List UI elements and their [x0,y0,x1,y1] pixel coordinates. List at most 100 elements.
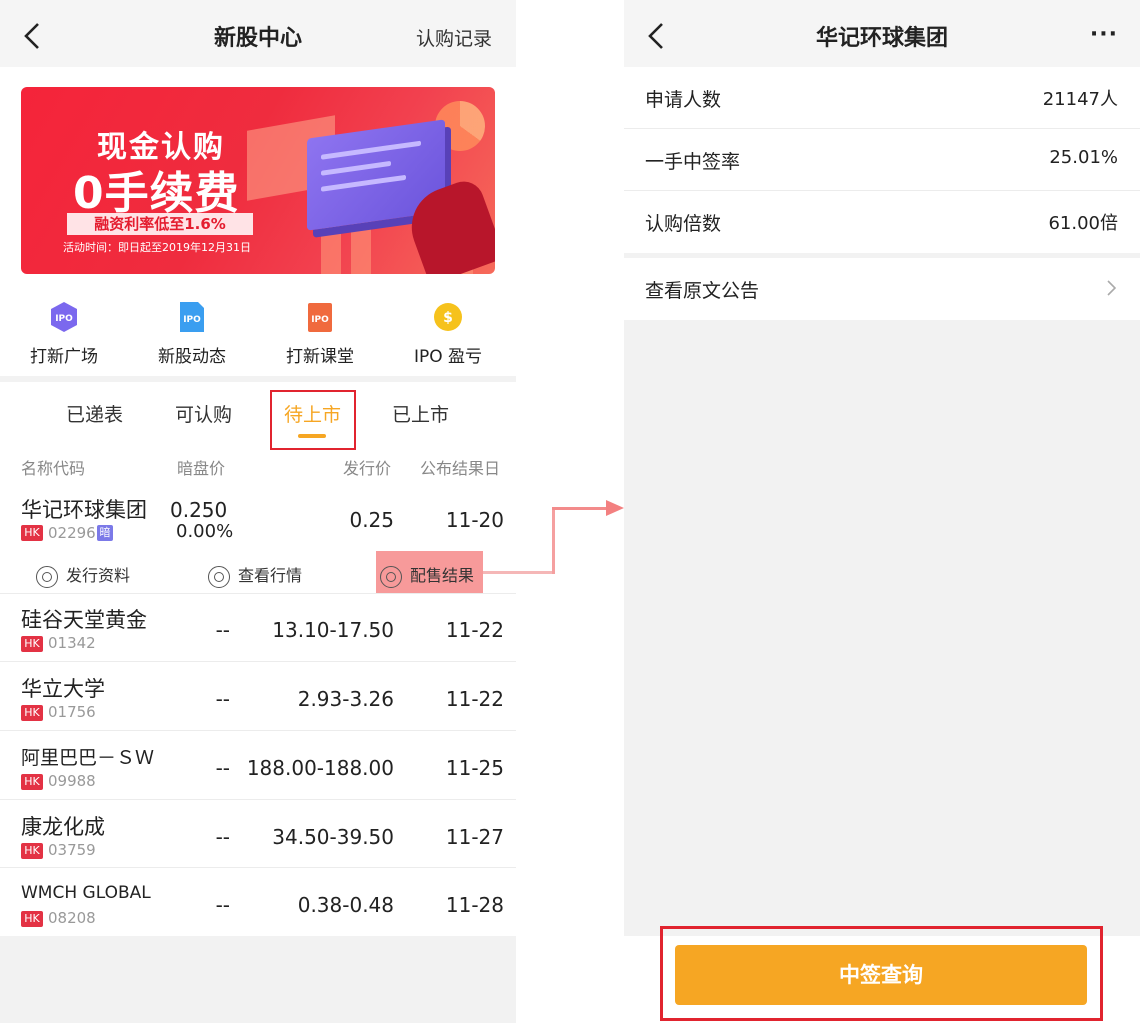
connector-line [552,507,555,574]
stock-code: 01756 [48,703,96,721]
issue-price: 34.50-39.50 [272,825,394,849]
dark-market-badge: 暗 [97,525,113,541]
stock-name: 康龙化成 [21,815,105,839]
ipo-document-icon: IPO [180,302,204,332]
announcement-label: 查看原文公告 [645,280,760,302]
row-divider [0,730,516,731]
column-header-result-date: 公布结果日 [420,459,501,478]
highlight-box-tab [270,390,356,450]
tab-listed[interactable]: 已上市 [392,400,449,427]
quick-link-label: IPO 盈亏 [413,347,483,367]
highlight-box-button [660,926,1103,1021]
dark-price: -- [215,618,230,642]
dark-change: 0.00% [176,521,234,542]
ipo-book-icon: IPO [308,303,332,332]
chart-circle-icon [208,565,230,588]
issue-price: 188.00-188.00 [246,756,394,780]
market-badge: HK [21,843,43,859]
row-divider [0,867,516,868]
view-announcement-row[interactable]: 查看原文公告 [624,258,1140,320]
quick-link-ipo-news[interactable]: IPO 新股动态 [128,300,256,367]
dark-price: -- [215,825,230,849]
market-badge: HK [21,774,43,790]
stock-code: 01342 [48,634,96,652]
stock-code: 08208 [48,909,96,927]
result-date: 11-22 [445,687,504,711]
quick-link-label: 打新广场 [30,347,98,367]
issue-price: 2.93-3.26 [297,687,394,711]
row-divider [0,593,516,594]
banner-period: 活动时间：即日起至2019年12月31日 [63,241,251,254]
nav-bar: 新股中心 认购记录 [0,0,516,67]
action-label: 配售结果 [410,566,475,585]
tab-filed[interactable]: 已递表 [66,400,123,427]
market-badge: HK [21,636,43,652]
connector-line [483,571,555,574]
quick-link-ipo-class[interactable]: IPO 打新课堂 [256,300,384,367]
allotment-result-button[interactable]: 配售结果 [380,562,474,588]
row-divider [0,661,516,662]
market-badge: HK [21,525,43,541]
issue-price: 13.10-17.50 [272,618,394,642]
dark-price: -- [215,687,230,711]
svg-text:IPO: IPO [311,315,329,325]
page-title: 华记环球集团 [815,26,948,51]
dark-price: -- [215,893,230,917]
ipo-hexagon-icon: IPO [51,302,77,332]
action-label: 查看行情 [238,566,303,585]
chevron-right-icon [1107,280,1116,296]
issue-price: 0.25 [349,508,394,532]
dollar-coin-icon: $ [434,303,462,331]
result-date: 11-27 [445,825,504,849]
stock-name: WMCH GLOBAL [21,883,151,903]
stat-row-oversubscription: 认购倍数 61.00倍 [624,191,1140,253]
stock-code: 09988 [48,772,96,790]
stock-name: 硅谷天堂黄金 [21,608,147,632]
promo-banner[interactable]: 现金认购 0手续费 融资利率低至1.6% 活动时间：即日起至2019年12月31… [21,87,495,274]
nav-bar: 华记环球集团 ··· [624,0,1140,67]
market-badge: HK [21,705,43,721]
dark-price: 0.250 [170,498,228,522]
stat-value: 61.00倍 [1048,213,1118,234]
quick-link-label: 打新课堂 [286,347,354,367]
result-date: 11-20 [445,508,504,532]
view-quote-button[interactable]: 查看行情 [208,562,302,588]
stock-name: 华立大学 [21,677,105,701]
market-badge: HK [21,911,43,927]
stock-code: 03759 [48,841,96,859]
svg-text:IPO: IPO [183,315,201,325]
more-options-icon[interactable]: ··· [1090,22,1118,47]
stat-row-applicants: 申请人数 21147人 [624,67,1140,129]
connector-line [552,507,608,510]
issue-info-button[interactable]: 发行资料 [36,562,130,588]
target-icon [380,565,402,588]
right-screen: 华记环球集团 ··· 申请人数 21147人 一手中签率 25.01% 认购倍数… [624,0,1140,1023]
subscription-records-link[interactable]: 认购记录 [416,24,492,51]
row-divider [0,799,516,800]
quick-link-ipo-plaza[interactable]: IPO 打新广场 [0,300,128,367]
issue-price: 0.38-0.48 [297,893,394,917]
svg-text:$: $ [443,310,453,326]
stat-label: 申请人数 [645,89,722,111]
stock-name: 华记环球集团 [21,498,147,522]
banner-subheadline: 0手续费 [73,168,240,219]
column-header-issue-price: 发行价 [343,459,392,478]
result-date: 11-25 [445,756,504,780]
stock-name: 阿里巴巴－ＳＷ [21,747,155,769]
stock-code: 02296 [48,524,96,542]
quick-link-label: 新股动态 [158,347,226,367]
tab-subscribable[interactable]: 可认购 [175,400,232,427]
stat-label: 一手中签率 [645,151,741,173]
document-person-icon [36,565,58,588]
column-header-dark-price: 暗盘价 [177,459,226,478]
result-date: 11-28 [445,893,504,917]
quick-link-ipo-pnl[interactable]: $ IPO 盈亏 [384,300,512,367]
svg-text:IPO: IPO [55,314,73,324]
stat-value: 25.01% [1049,147,1118,168]
stat-row-win-rate: 一手中签率 25.01% [624,129,1140,191]
stat-value: 21147人 [1042,89,1118,110]
stat-label: 认购倍数 [645,213,722,235]
result-date: 11-22 [445,618,504,642]
column-header-name: 名称代码 [21,459,86,478]
arrow-right-icon [606,500,624,516]
